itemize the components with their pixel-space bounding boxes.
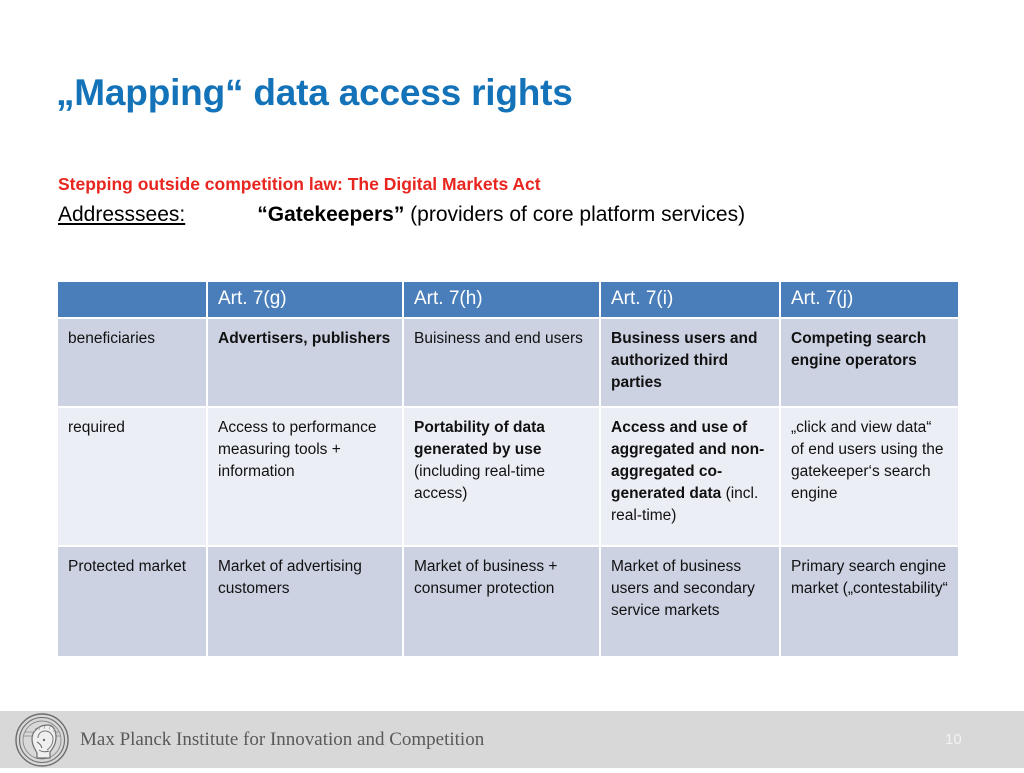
cell-beneficiaries-7j: Competing search engine operators [781,319,958,406]
addressees-line: Addresssees: “Gatekeepers” (providers of … [58,203,958,227]
cell-sub-text: „click and view data“ of end users using… [791,419,944,502]
table-header-art-7h: Art. 7(h) [404,282,599,317]
table-header-row: Art. 7(g) Art. 7(h) Art. 7(i) Art. 7(j) [58,282,958,317]
page-number: 10 [945,731,962,748]
cell-strong-text: Advertisers, publishers [218,330,391,347]
cell-sub-text: Market of business users and secondary s… [611,558,755,619]
subtitle-heading: Stepping outside competition law: The Di… [58,174,541,194]
cell-protected-7j: Primary search engine market („contestab… [781,547,958,656]
table-header-art-7g: Art. 7(g) [208,282,402,317]
table-header-art-7j: Art. 7(j) [781,282,958,317]
minerva-head-logo-icon [12,712,72,768]
cell-sub-text: (including real-time access) [414,463,545,502]
row-label-protected-market: Protected market [58,547,206,656]
cell-required-7i: Access and use of aggregated and non-agg… [601,408,779,545]
cell-sub-text: Access to performance measuring tools + … [218,419,377,480]
table-row: required Access to performance measuring… [58,408,958,545]
cell-protected-7g: Market of advertising customers [208,547,402,656]
table-row: Protected market Market of advertising c… [58,547,958,656]
cell-required-7g: Access to performance measuring tools + … [208,408,402,545]
data-access-rights-table: Art. 7(g) Art. 7(h) Art. 7(i) Art. 7(j) … [56,280,960,658]
footer-institute-name: Max Planck Institute for Innovation and … [80,729,485,750]
cell-required-7j: „click and view data“ of end users using… [781,408,958,545]
row-label-beneficiaries: beneficiaries [58,319,206,406]
cell-beneficiaries-7h: Buisiness and end users [404,319,599,406]
cell-sub-text: Primary search engine market („contestab… [791,558,948,597]
cell-required-7h: Portability of data generated by use (in… [404,408,599,545]
table-header-blank [58,282,206,317]
cell-beneficiaries-7i: Business users and authorized third part… [601,319,779,406]
addressees-label: Addresssees: [58,203,186,226]
addressees-gatekeepers: “Gatekeepers” [257,203,405,226]
cell-sub-text: Market of business + consumer protection [414,558,558,597]
table-row: beneficiaries Advertisers, publishers Bu… [58,319,958,406]
cell-beneficiaries-7g: Advertisers, publishers [208,319,402,406]
cell-sub-text: Market of advertising customers [218,558,362,597]
cell-strong-text: Business users and authorized third part… [611,330,758,391]
page-title: „Mapping“ data access rights [56,72,573,113]
addressees-description: (providers of core platform services) [404,203,746,226]
cell-strong-text: Competing search engine operators [791,330,927,369]
table-header-art-7i: Art. 7(i) [601,282,779,317]
row-label-required: required [58,408,206,545]
cell-protected-7i: Market of business users and secondary s… [601,547,779,656]
cell-strong-text: Portability of data generated by use [414,419,545,458]
cell-sub-text: Buisiness and end users [414,330,583,347]
slide-canvas: „Mapping“ data access rights Stepping ou… [0,0,1024,768]
cell-protected-7h: Market of business + consumer protection [404,547,599,656]
